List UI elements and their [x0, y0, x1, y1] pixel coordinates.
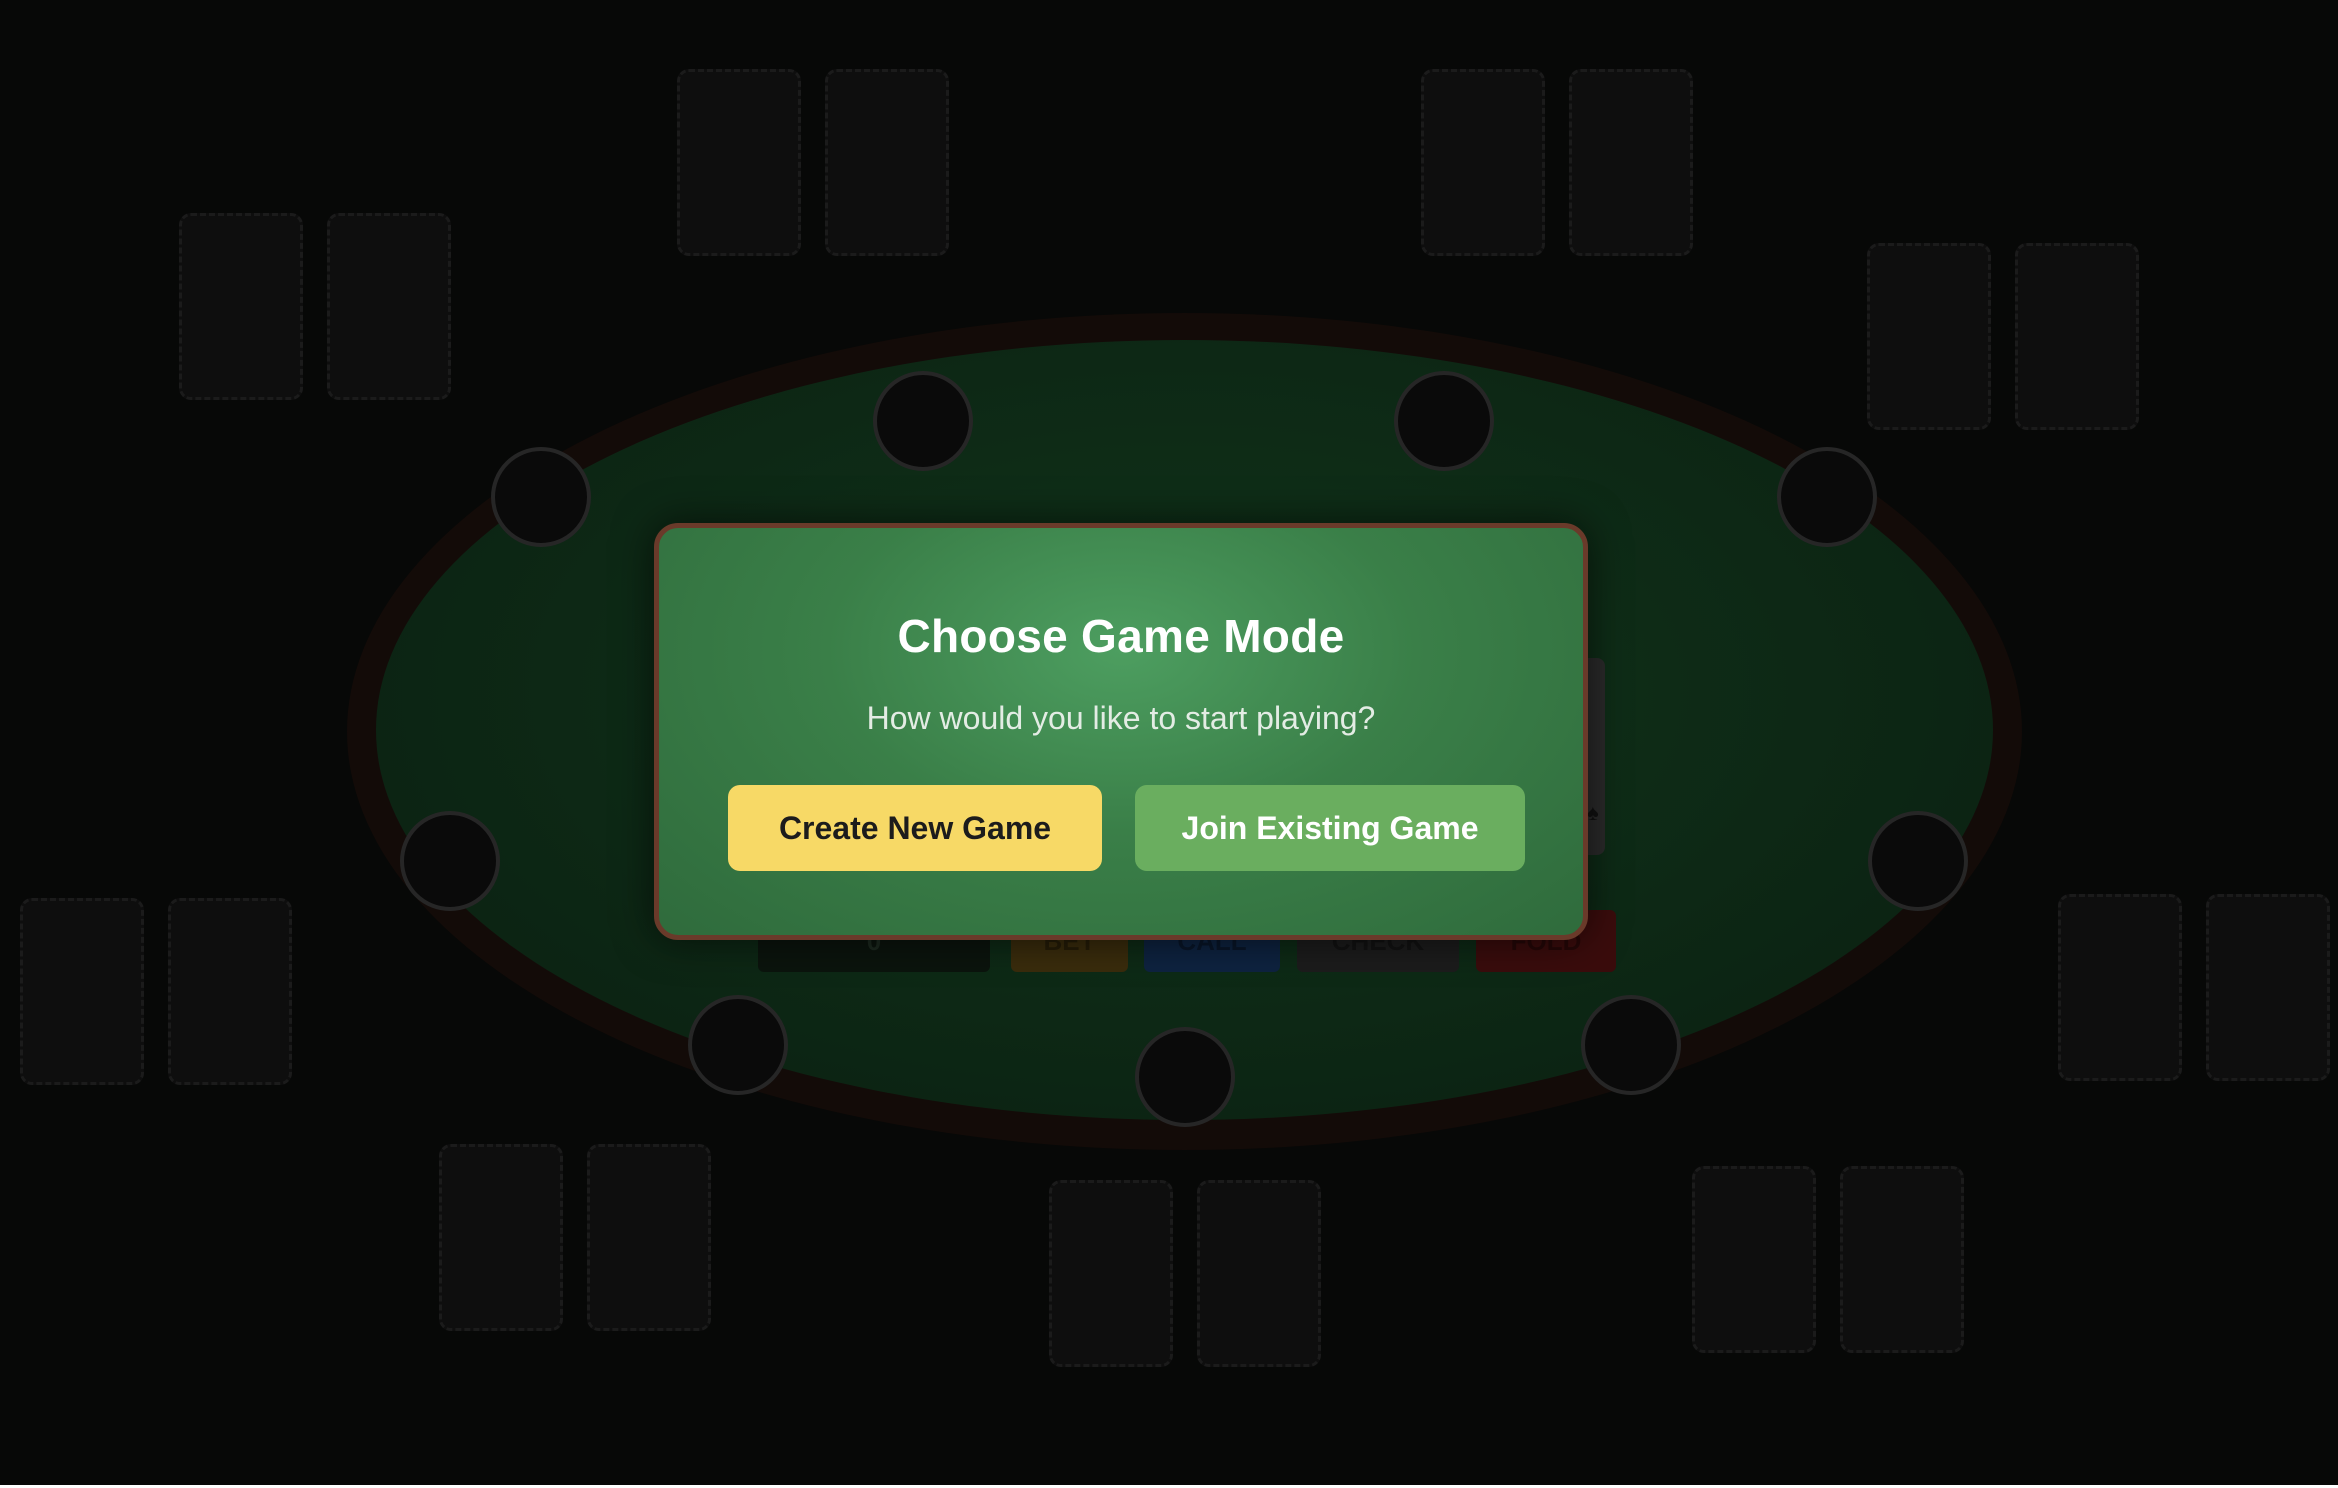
modal-title: Choose Game Mode: [897, 610, 1345, 662]
card-slot: [1197, 1180, 1321, 1367]
player-seat[interactable]: [400, 811, 500, 911]
game-mode-modal: Choose Game Mode How would you like to s…: [654, 523, 1588, 940]
card-slot: [1049, 1180, 1173, 1367]
card-slot: [1692, 1166, 1816, 1353]
card-slot: [2015, 243, 2139, 430]
card-slot: [1569, 69, 1693, 256]
card-slot: [1867, 243, 1991, 430]
game-stage: ♠ 0 BET CALL CHECK FOLD Choose Game Mode…: [0, 0, 2338, 1485]
card-slot: [2206, 894, 2330, 1081]
player-seat[interactable]: [1581, 995, 1681, 1095]
card-slot: [439, 1144, 563, 1331]
player-seat[interactable]: [491, 447, 591, 547]
player-seat[interactable]: [1777, 447, 1877, 547]
card-slot: [168, 898, 292, 1085]
player-seat[interactable]: [873, 371, 973, 471]
player-seat[interactable]: [1394, 371, 1494, 471]
card-slot: [587, 1144, 711, 1331]
join-existing-game-button[interactable]: Join Existing Game: [1135, 785, 1525, 871]
modal-subtitle: How would you like to start playing?: [866, 700, 1376, 736]
card-slot: [20, 898, 144, 1085]
card-slot: [1840, 1166, 1964, 1353]
card-slot: [179, 213, 303, 400]
card-slot: [677, 69, 801, 256]
create-new-game-button[interactable]: Create New Game: [728, 785, 1102, 871]
card-slot: [2058, 894, 2182, 1081]
spade-icon: ♠: [1587, 800, 1599, 825]
player-seat[interactable]: [1868, 811, 1968, 911]
player-seat[interactable]: [688, 995, 788, 1095]
card-slot: [825, 69, 949, 256]
player-seat[interactable]: [1135, 1027, 1235, 1127]
card-slot: [1421, 69, 1545, 256]
card-slot: [327, 213, 451, 400]
